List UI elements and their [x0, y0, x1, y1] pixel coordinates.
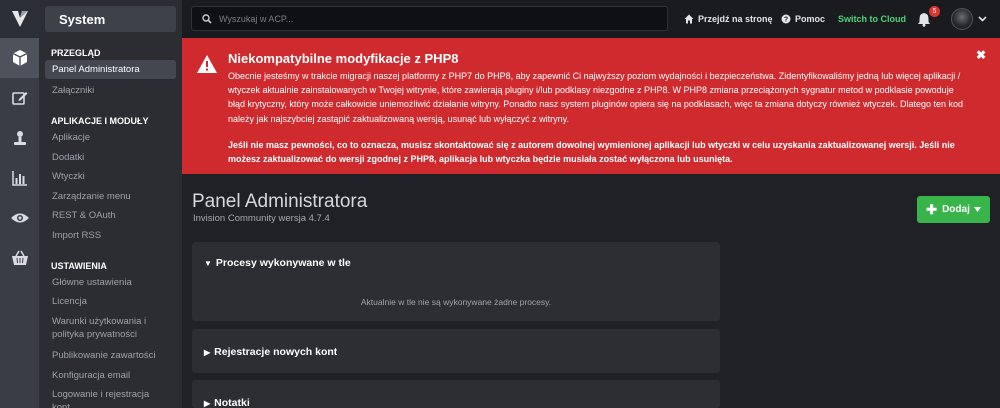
- sidebar-item-applications[interactable]: Aplikacje: [45, 131, 176, 144]
- sidebar-item-posting[interactable]: Publikowanie zawartości: [45, 349, 176, 362]
- help-link[interactable]: ? Pomoc: [781, 0, 825, 38]
- rail-members[interactable]: [0, 118, 39, 158]
- search-box: [191, 6, 668, 31]
- caret-right-icon: ▶: [204, 398, 211, 408]
- rail-customization[interactable]: [0, 198, 39, 238]
- warning-icon: [197, 55, 217, 73]
- basket-icon: [11, 250, 28, 265]
- svg-text:?: ?: [784, 17, 788, 24]
- panel-toggle-notes[interactable]: ▶ Notatki: [204, 397, 250, 408]
- sidebar-heading-settings: USTAWIENIA: [51, 261, 107, 271]
- plus-icon: ✚: [926, 201, 938, 217]
- notification-badge: 5: [929, 6, 940, 17]
- sidebar-item-attachments[interactable]: Załączniki: [45, 84, 176, 97]
- alert-title: Niekompatybilne modyfikacje z PHP8: [228, 51, 459, 66]
- sidebar-item-terms[interactable]: Warunki użytkowania i polityka prywatnoś…: [45, 315, 176, 341]
- chart-icon: [11, 171, 27, 186]
- rail-content[interactable]: [0, 78, 39, 118]
- chevron-down-icon: [978, 16, 987, 22]
- panel-notes: ▶ Notatki: [192, 380, 720, 408]
- caret-down-icon: [973, 207, 981, 212]
- sidebar-item-rest-oauth[interactable]: REST & OAuth: [45, 209, 176, 222]
- view-site-link[interactable]: Przejdź na stronę: [684, 0, 773, 38]
- home-icon: [684, 14, 694, 24]
- search-icon: [202, 13, 212, 24]
- close-icon[interactable]: ✖: [976, 48, 986, 62]
- page-title: Panel Administratora: [192, 191, 368, 212]
- user-menu[interactable]: [951, 0, 987, 38]
- top-bar: Przejdź na stronę ? Pomoc Switch to Clou…: [182, 0, 1000, 38]
- icon-rail: [0, 0, 39, 408]
- version-text: Invision Community wersja 4.7.4: [193, 213, 330, 224]
- help-icon: ?: [781, 14, 791, 24]
- sidebar-item-general-settings[interactable]: Główne ustawienia: [45, 276, 176, 289]
- alert-bold-text: Jeśli nie masz pewności, co to oznacza, …: [228, 140, 955, 165]
- sidebar-item-addons[interactable]: Dodatki: [45, 151, 176, 164]
- empty-state-text: Aktualnie w tle nie są wykonywane żadne …: [360, 297, 552, 307]
- panel-toggle-background-processes[interactable]: ▼ Procesy wykonywane w tle: [204, 257, 351, 269]
- add-button[interactable]: ✚ Dodaj: [917, 196, 990, 223]
- logo[interactable]: [0, 0, 39, 38]
- rail-commerce[interactable]: [0, 238, 39, 278]
- caret-down-icon: ▼: [204, 258, 212, 268]
- rail-system[interactable]: [0, 38, 39, 78]
- edit-icon: [11, 92, 27, 105]
- panel-background-processes: ▼ Procesy wykonywane w tle Aktualnie w t…: [192, 242, 720, 321]
- avatar: [951, 8, 973, 30]
- cube-icon: [12, 50, 27, 66]
- sidebar-item-dashboard[interactable]: Panel Administratora: [45, 60, 176, 79]
- notifications-button[interactable]: 5: [917, 0, 940, 38]
- sidebar-item-license[interactable]: Licencja: [45, 295, 176, 308]
- sidebar-heading-overview: PRZEGLĄD: [51, 48, 101, 58]
- php8-warning-alert: Niekompatybilne modyfikacje z PHP8 Obecn…: [182, 38, 1000, 174]
- sidebar-item-plugins[interactable]: Wtyczki: [45, 170, 176, 183]
- user-icon: [13, 131, 26, 145]
- panel-toggle-new-registrations[interactable]: ▶ Rejestracje nowych kont: [204, 346, 337, 358]
- sidebar-item-rss-import[interactable]: Import RSS: [45, 229, 176, 242]
- sidebar-item-email[interactable]: Konfiguracja email: [45, 369, 176, 382]
- search-input[interactable]: [219, 13, 619, 24]
- sidebar-item-login-registration[interactable]: Logowanie i rejestracja kont: [45, 388, 176, 408]
- caret-right-icon: ▶: [204, 347, 211, 357]
- alert-body: Obecnie jesteśmy w trakcie migracji nasz…: [228, 71, 963, 124]
- sidebar-heading-apps: APLIKACJE I MODUŁY: [51, 116, 149, 126]
- rail-stats[interactable]: [0, 158, 39, 198]
- sidebar-item-menu-manager[interactable]: Zarządzanie menu: [45, 190, 176, 203]
- system-title: System: [45, 6, 176, 32]
- section-sidebar: System PRZEGLĄD Panel Administratora Zał…: [39, 0, 182, 408]
- logo-icon: [11, 11, 28, 27]
- switch-to-cloud-link[interactable]: Switch to Cloud: [838, 0, 906, 38]
- eye-icon: [10, 213, 29, 223]
- panel-new-registrations: ▶ Rejestracje nowych kont: [192, 329, 720, 373]
